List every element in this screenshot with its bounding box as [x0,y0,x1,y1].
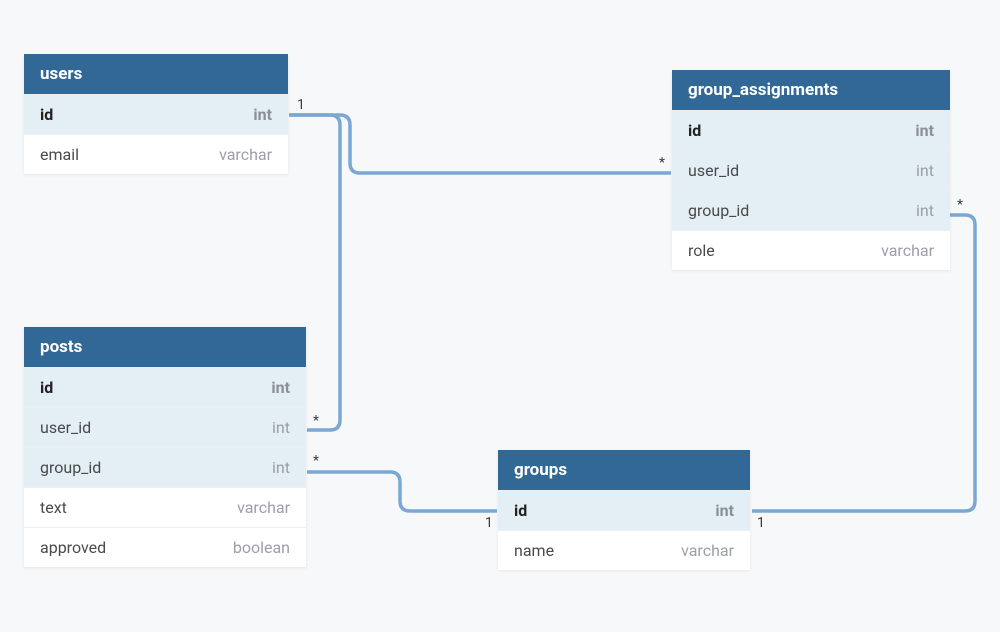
table-group-assignments: group_assignments id int user_id int gro… [672,70,950,270]
col-groups-id: id int [498,490,750,530]
col-ga-id: id int [672,110,950,150]
col-ga-groupid: group_id int [672,190,950,230]
col-type: int [272,418,290,437]
card-users-out: 1 [297,97,305,113]
col-ga-role: role varchar [672,230,950,270]
col-posts-approved: approved boolean [24,527,306,567]
table-users: users id int email varchar [24,54,288,174]
col-type: boolean [233,538,290,557]
col-type: int [272,458,290,477]
table-groups: groups id int name varchar [498,450,750,570]
col-posts-groupid: group_id int [24,447,306,487]
card-posts-userid: * [313,413,319,429]
col-users-email: email varchar [24,134,288,174]
col-posts-userid: user_id int [24,407,306,447]
rel-users-groupassignments [289,115,671,173]
col-groups-name: name varchar [498,530,750,570]
table-posts: posts id int user_id int group_id int te… [24,327,306,567]
col-name: text [40,498,67,517]
col-name: user_id [688,161,739,180]
col-name: role [688,241,715,260]
col-posts-id: id int [24,367,306,407]
col-users-id: id int [24,94,288,134]
col-name: id [40,105,53,124]
table-posts-header: posts [24,327,306,367]
col-type: varchar [881,241,934,260]
col-type: int [916,161,934,180]
col-name: name [514,541,554,560]
col-name: email [40,145,79,164]
col-name: id [514,501,527,520]
col-type: varchar [219,145,272,164]
col-name: id [40,378,53,397]
col-name: group_id [40,458,101,477]
card-groups-left: 1 [485,515,493,531]
col-type: int [253,105,272,124]
card-groups-right: 1 [757,515,765,531]
card-posts-groupid: * [313,453,319,469]
col-name: approved [40,538,106,557]
table-groups-header: groups [498,450,750,490]
col-type: int [916,201,934,220]
col-type: varchar [237,498,290,517]
col-ga-userid: user_id int [672,150,950,190]
col-type: int [715,501,734,520]
rel-groups-posts [307,472,497,511]
col-posts-text: text varchar [24,487,306,527]
table-users-header: users [24,54,288,94]
col-name: user_id [40,418,91,437]
col-type: int [915,121,934,140]
card-ga-groupid: * [957,197,963,213]
col-type: int [271,378,290,397]
table-ga-header: group_assignments [672,70,950,110]
col-type: varchar [681,541,734,560]
col-name: group_id [688,201,749,220]
card-ga-userid: * [659,155,665,171]
col-name: id [688,121,701,140]
